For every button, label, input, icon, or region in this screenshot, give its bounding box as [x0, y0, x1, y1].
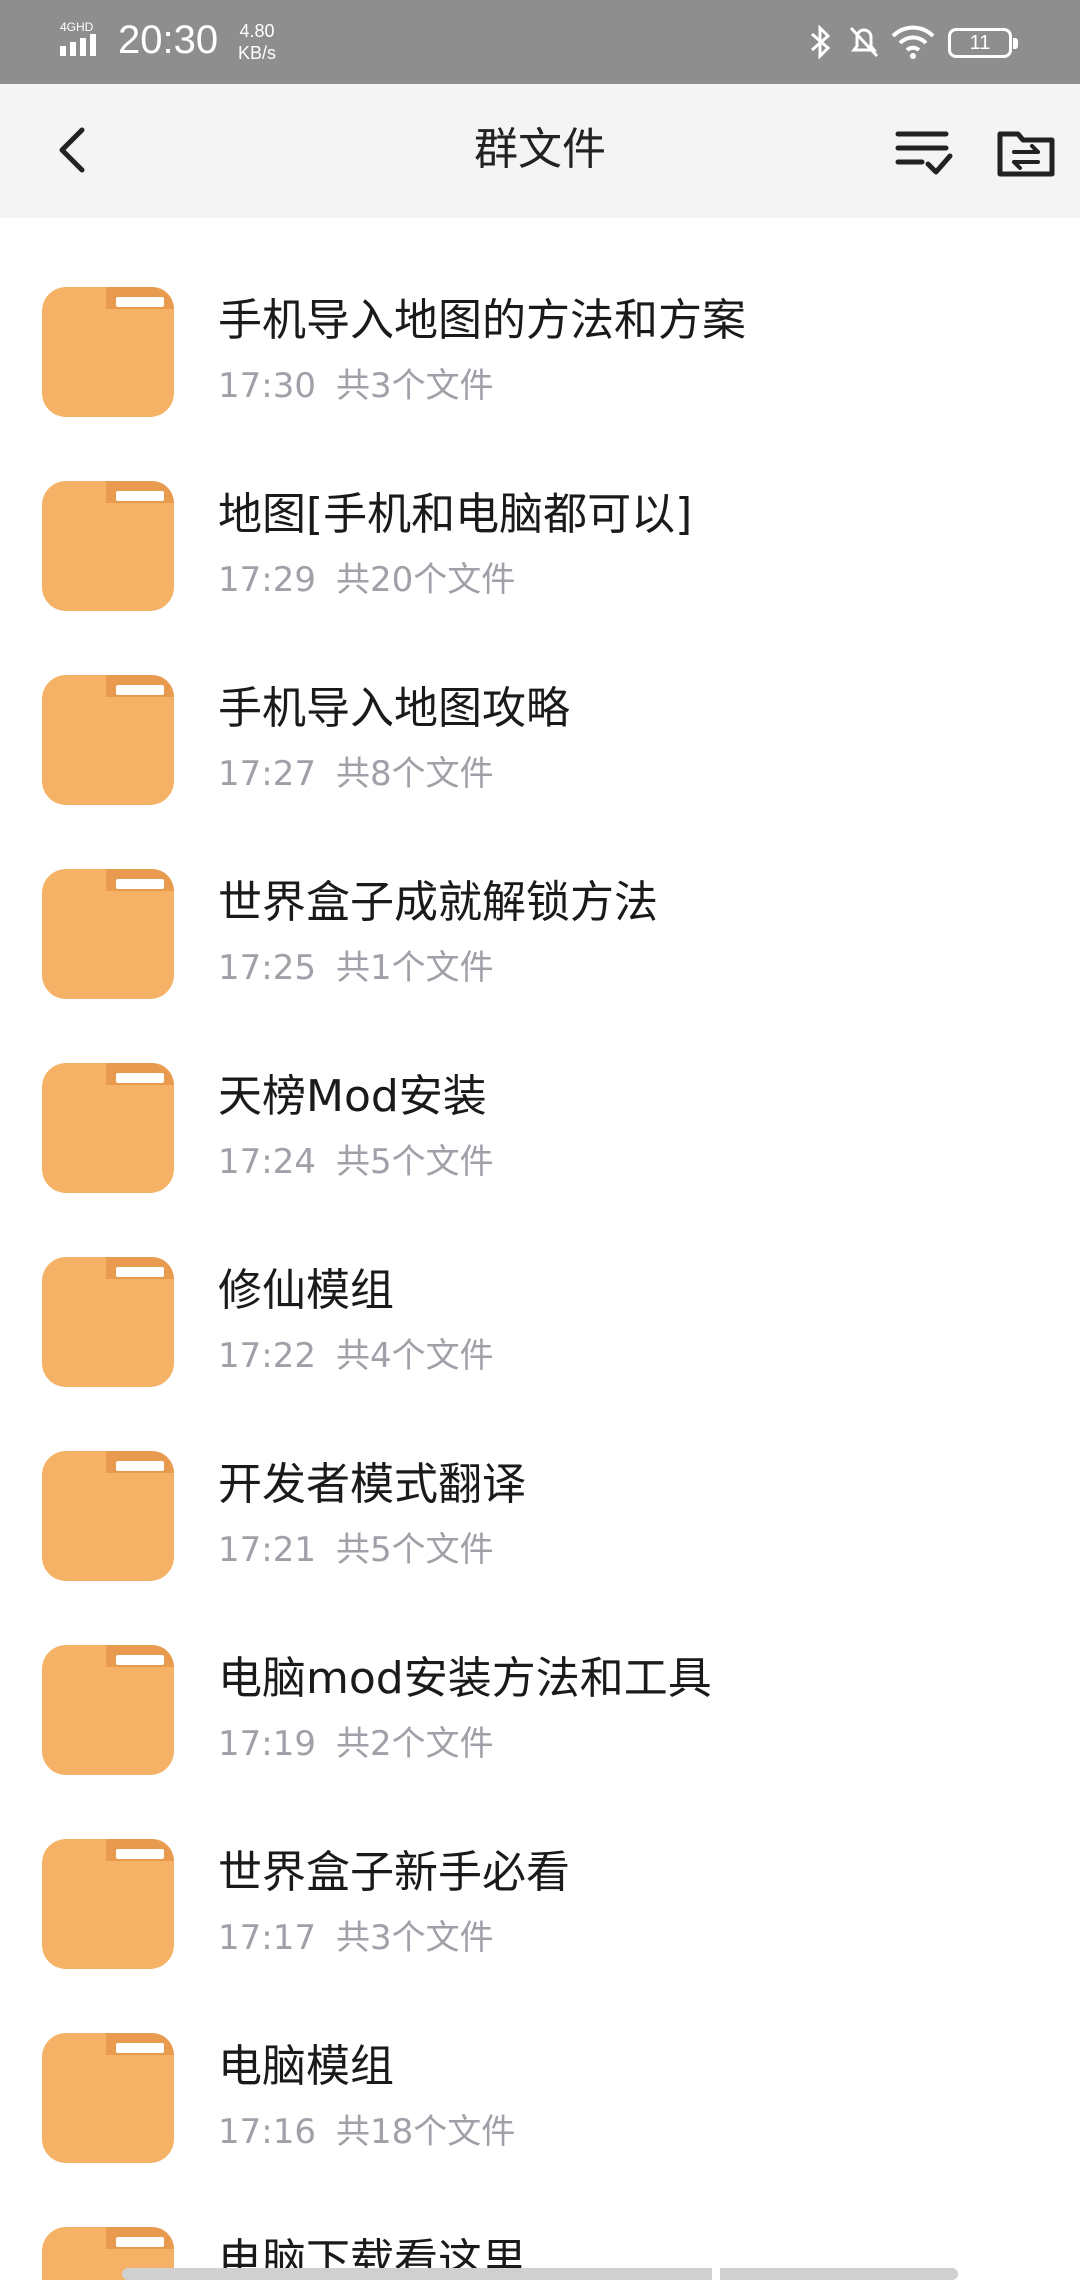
folder-meta: 17:17 共3个文件 — [218, 1917, 494, 1959]
wifi-icon — [891, 25, 935, 59]
folder-paper — [116, 879, 164, 889]
folder-name: 电脑mod安装方法和工具 — [218, 1653, 712, 1704]
folder-name: 开发者模式翻译 — [218, 1459, 526, 1510]
folder-time: 17:19 — [218, 1724, 316, 1764]
folder-meta: 17:25 共1个文件 — [218, 947, 494, 989]
folder-meta: 17:29 共20个文件 — [218, 559, 515, 601]
network-speed-unit: KB/s — [238, 43, 277, 63]
folder-row[interactable]: 地图[手机和电脑都可以] 17:29 共20个文件 — [0, 412, 1080, 611]
folder-meta: 17:19 共2个文件 — [218, 1723, 494, 1765]
folder-paper — [116, 491, 164, 501]
status-bar: 4GHD 20:30 4.80 KB/s 11 — [0, 0, 1080, 84]
folder-meta: 17:22 共4个文件 — [218, 1335, 494, 1377]
folder-row[interactable]: 天榜Mod安装 17:24 共5个文件 — [0, 994, 1080, 1193]
folder-name: 电脑模组 — [218, 2041, 394, 2092]
folder-icon — [42, 1839, 174, 1969]
folder-meta: 17:27 共8个文件 — [218, 753, 494, 795]
folder-row[interactable]: 电脑模组 17:16 共18个文件 — [0, 1964, 1080, 2163]
folder-time: 17:22 — [218, 1336, 316, 1376]
folder-meta: 17:30 共3个文件 — [218, 365, 494, 407]
folder-row[interactable]: 手机导入地图的方法和方案 17:30 共3个文件 — [0, 218, 1080, 417]
folder-paper — [116, 297, 164, 307]
folder-time: 17:17 — [218, 1918, 316, 1958]
folder-icon — [42, 869, 174, 999]
folder-icon — [42, 675, 174, 805]
folder-paper — [116, 1073, 164, 1083]
folder-paper — [116, 2237, 164, 2247]
folder-name: 天榜Mod安装 — [218, 1071, 487, 1122]
folder-paper — [116, 1849, 164, 1859]
folder-icon — [42, 1257, 174, 1387]
folder-file-count: 共5个文件 — [335, 1530, 494, 1570]
folder-row[interactable]: 世界盒子成就解锁方法 17:25 共1个文件 — [0, 800, 1080, 999]
bluetooth-icon — [811, 24, 831, 60]
folder-file-count: 共3个文件 — [335, 366, 494, 406]
folder-name: 修仙模组 — [218, 1265, 394, 1316]
sort-check-icon[interactable] — [892, 120, 956, 184]
folder-name: 手机导入地图攻略 — [218, 683, 570, 734]
network-speed: 4.80 KB/s — [238, 20, 276, 64]
folder-time: 17:16 — [218, 2112, 316, 2152]
folder-name: 世界盒子新手必看 — [218, 1847, 570, 1898]
folder-name: 世界盒子成就解锁方法 — [218, 877, 658, 928]
folder-icon — [42, 287, 174, 417]
folder-icon — [42, 1451, 174, 1581]
folder-time: 17:27 — [218, 754, 316, 794]
folder-name: 手机导入地图的方法和方案 — [218, 295, 746, 346]
folder-time: 17:25 — [218, 948, 316, 988]
network-speed-value: 4.80 — [239, 21, 275, 41]
folder-row[interactable]: 电脑下载看这里 — [0, 2158, 1080, 2280]
folder-file-count: 共2个文件 — [335, 1724, 494, 1764]
folder-paper — [116, 2043, 164, 2053]
folder-file-count: 共8个文件 — [335, 754, 494, 794]
folder-paper — [116, 1461, 164, 1471]
folder-list: 手机导入地图的方法和方案 17:30 共3个文件 地图[手机和电脑都可以] 17:29 共… — [0, 218, 1080, 2280]
folder-meta: 17:24 共5个文件 — [218, 1141, 494, 1183]
folder-row[interactable]: 开发者模式翻译 17:21 共5个文件 — [0, 1382, 1080, 1581]
folder-time: 17:30 — [218, 366, 316, 406]
folder-row[interactable]: 手机导入地图攻略 17:27 共8个文件 — [0, 606, 1080, 805]
folder-paper — [116, 1655, 164, 1665]
folder-file-count: 共4个文件 — [335, 1336, 494, 1376]
folder-time: 17:24 — [218, 1142, 316, 1182]
folder-row[interactable]: 电脑mod安装方法和工具 17:19 共2个文件 — [0, 1576, 1080, 1775]
folder-file-count: 共1个文件 — [335, 948, 494, 988]
folder-icon — [42, 2033, 174, 2163]
folder-paper — [116, 1267, 164, 1277]
folder-time: 17:21 — [218, 1530, 316, 1570]
folder-file-count: 共20个文件 — [335, 560, 516, 600]
cellular-signal-icon: 4GHD — [60, 20, 96, 56]
folder-meta: 17:21 共5个文件 — [218, 1529, 494, 1571]
folder-time: 17:29 — [218, 560, 316, 600]
folder-icon — [42, 1645, 174, 1775]
clock: 20:30 — [118, 18, 219, 62]
folder-paper — [116, 685, 164, 695]
folder-row[interactable]: 修仙模组 17:22 共4个文件 — [0, 1188, 1080, 1387]
folder-meta: 17:16 共18个文件 — [218, 2111, 515, 2153]
folder-row[interactable]: 世界盒子新手必看 17:17 共3个文件 — [0, 1770, 1080, 1969]
folder-name: 地图[手机和电脑都可以] — [218, 489, 693, 540]
home-indicator-gap — [712, 2268, 720, 2280]
folder-file-count: 共5个文件 — [335, 1142, 494, 1182]
folder-icon — [42, 1063, 174, 1193]
home-indicator — [122, 2268, 958, 2280]
folder-file-count: 共18个文件 — [335, 2112, 516, 2152]
folder-icon — [42, 481, 174, 611]
network-type: 4GHD — [60, 20, 94, 34]
battery-indicator: 11 — [948, 28, 1018, 58]
title-bar: 群文件 — [0, 84, 1080, 218]
folder-transfer-icon[interactable] — [994, 120, 1058, 184]
folder-file-count: 共3个文件 — [335, 1918, 494, 1958]
bell-muted-icon — [849, 26, 879, 58]
